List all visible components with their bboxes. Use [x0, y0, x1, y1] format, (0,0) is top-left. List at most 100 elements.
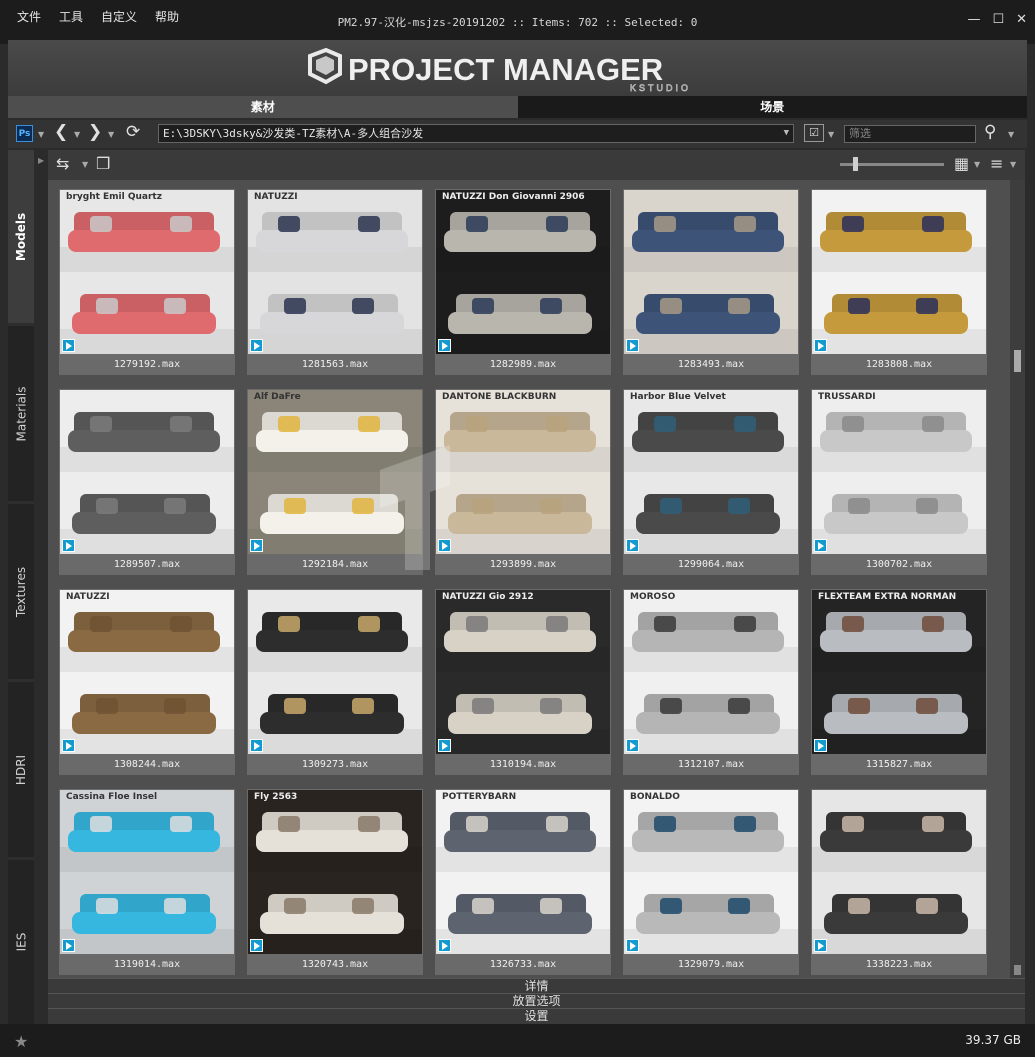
- browser-toolbar: ⇆ ▼ ❒ ▦ ▼ ≡ ▼: [48, 150, 1025, 180]
- asset-thumbnail[interactable]: bryght Emil Quartz 1279192.max: [59, 189, 235, 375]
- sofa-render: [812, 790, 986, 872]
- sofa-render: [812, 472, 986, 554]
- asset-thumbnail[interactable]: FLEXTEAM EXTRA NORMAN 1315827.max: [811, 589, 987, 775]
- sidetab-materials[interactable]: Materials: [8, 326, 34, 501]
- cube-icon[interactable]: ❒: [96, 154, 110, 173]
- sync-icon[interactable]: ⇆: [56, 154, 69, 173]
- brand-label: FLEXTEAM EXTRA NORMAN: [818, 592, 957, 602]
- vertical-scrollbar[interactable]: [1010, 180, 1025, 978]
- sofa-render: [436, 872, 610, 954]
- back-icon[interactable]: ❮: [54, 122, 68, 142]
- sofa-render: [624, 190, 798, 272]
- filter-input[interactable]: 筛选: [844, 125, 976, 143]
- asset-thumbnail[interactable]: 1289507.max: [59, 389, 235, 575]
- sofa-render: [60, 472, 234, 554]
- tab-scenes[interactable]: 场景: [517, 96, 1027, 118]
- asset-thumbnail[interactable]: Cassina Floe Insel 1319014.max: [59, 789, 235, 975]
- sofa-render: [624, 472, 798, 554]
- chevron-down-icon[interactable]: ▼: [784, 125, 789, 142]
- 3dsmax-icon: [814, 939, 827, 952]
- side-tabs: Models Materials Textures HDRI IES: [8, 150, 34, 1024]
- status-bar: ★ 39.37 GB: [0, 1024, 1035, 1057]
- tab-assets[interactable]: 素材: [8, 96, 518, 118]
- sofa-render: [812, 190, 986, 272]
- chevron-down-icon[interactable]: ▼: [108, 130, 114, 139]
- filter-options-icon[interactable]: ☑: [804, 124, 824, 142]
- asset-thumbnail[interactable]: Harbor Blue Velvet 1299064.max: [623, 389, 799, 575]
- disk-free-label: 39.37 GB: [965, 1033, 1021, 1047]
- asset-thumbnail[interactable]: 1283493.max: [623, 189, 799, 375]
- asset-thumbnail[interactable]: NATUZZI 1308244.max: [59, 589, 235, 775]
- star-icon[interactable]: ★: [14, 1032, 28, 1051]
- 3dsmax-icon: [626, 539, 639, 552]
- brand-label: NATUZZI: [66, 592, 110, 602]
- photoshop-icon[interactable]: Ps: [16, 125, 33, 142]
- chevron-down-icon[interactable]: ▼: [82, 160, 88, 169]
- logo-subtitle: KSTUDIO: [630, 83, 691, 92]
- asset-thumbnail[interactable]: POTTERYBARN 1326733.max: [435, 789, 611, 975]
- thumbnail-image: NATUZZI: [248, 190, 422, 354]
- asset-thumbnail[interactable]: 1309273.max: [247, 589, 423, 775]
- chevron-down-icon[interactable]: ▼: [74, 130, 80, 139]
- brand-label: TRUSSARDI: [818, 392, 876, 402]
- sofa-render: [248, 590, 422, 672]
- 3dsmax-icon: [250, 339, 263, 352]
- forward-icon[interactable]: ❯: [88, 122, 102, 142]
- sidetab-textures[interactable]: Textures: [8, 504, 34, 679]
- asset-thumbnail[interactable]: DANTONE BLACKBURN 1293899.max: [435, 389, 611, 575]
- asset-thumbnail[interactable]: TRUSSARDI 1300702.max: [811, 389, 987, 575]
- placement-options-toggle[interactable]: 放置选项: [48, 993, 1025, 1009]
- asset-filename: 1279192.max: [113, 359, 181, 370]
- path-input[interactable]: E:\3DSKY\3dsky&沙发类-TZ素材\A-多人组合沙发 ▼: [158, 124, 794, 143]
- sofa-render: [248, 272, 422, 354]
- asset-filename: 1299064.max: [677, 559, 745, 570]
- asset-thumbnail[interactable]: Alf DaFre 1292184.max: [247, 389, 423, 575]
- details-panel-toggle[interactable]: 详情: [48, 978, 1025, 994]
- grid-view-icon[interactable]: ▦: [954, 154, 969, 173]
- asset-thumbnail[interactable]: NATUZZI 1281563.max: [247, 189, 423, 375]
- slider-handle[interactable]: [853, 157, 858, 171]
- thumbnail-image: Harbor Blue Velvet: [624, 390, 798, 554]
- sidetab-hdri[interactable]: HDRI: [8, 682, 34, 857]
- chevron-down-icon[interactable]: ▼: [974, 160, 980, 169]
- brand-label: NATUZZI Gio 2912: [442, 592, 534, 602]
- sidetab-ies[interactable]: IES: [8, 860, 34, 1024]
- chevron-down-icon[interactable]: ▼: [1010, 160, 1016, 169]
- asset-filename: 1309273.max: [301, 759, 369, 770]
- settings-toggle[interactable]: 设置: [48, 1008, 1025, 1024]
- asset-filename: 1326733.max: [489, 959, 557, 970]
- 3dsmax-icon: [814, 739, 827, 752]
- chevron-down-icon[interactable]: ▼: [38, 130, 44, 139]
- refresh-icon[interactable]: ⟳: [126, 122, 140, 142]
- chevron-down-icon[interactable]: ▼: [1008, 130, 1014, 139]
- brand-label: bryght Emil Quartz: [66, 192, 162, 202]
- search-icon[interactable]: ⚲: [984, 122, 996, 142]
- sofa-render: [624, 390, 798, 472]
- asset-thumbnail[interactable]: BONALDO 1329079.max: [623, 789, 799, 975]
- 3dsmax-icon: [626, 939, 639, 952]
- thumbnail-image: Alf DaFre: [248, 390, 422, 554]
- sofa-render: [624, 672, 798, 754]
- asset-thumbnail[interactable]: NATUZZI Gio 2912 1310194.max: [435, 589, 611, 775]
- thumbnail-image: [812, 790, 986, 954]
- asset-thumbnail[interactable]: Fly 2563 1320743.max: [247, 789, 423, 975]
- asset-filename: 1312107.max: [677, 759, 745, 770]
- sofa-render: [60, 672, 234, 754]
- close-icon[interactable]: ✕: [1016, 12, 1027, 27]
- sort-icon[interactable]: ≡: [990, 154, 1003, 173]
- sidetab-models[interactable]: Models: [8, 150, 34, 323]
- sofa-render: [436, 790, 610, 872]
- asset-thumbnail[interactable]: NATUZZI Don Giovanni 2906 1282989.max: [435, 189, 611, 375]
- asset-thumbnail[interactable]: MOROSO 1312107.max: [623, 589, 799, 775]
- chevron-down-icon[interactable]: ▼: [828, 130, 834, 139]
- asset-thumbnail[interactable]: 1283808.max: [811, 189, 987, 375]
- minimize-icon[interactable]: —: [967, 12, 980, 27]
- sofa-render: [436, 472, 610, 554]
- 3dsmax-icon: [438, 939, 451, 952]
- expand-arrow-icon[interactable]: ▶: [38, 156, 44, 165]
- scrollbar-thumb[interactable]: [1014, 350, 1021, 372]
- asset-thumbnail[interactable]: 1338223.max: [811, 789, 987, 975]
- brand-label: Fly 2563: [254, 792, 298, 802]
- maximize-icon[interactable]: ☐: [992, 12, 1004, 27]
- scroll-down-icon[interactable]: [1014, 965, 1021, 975]
